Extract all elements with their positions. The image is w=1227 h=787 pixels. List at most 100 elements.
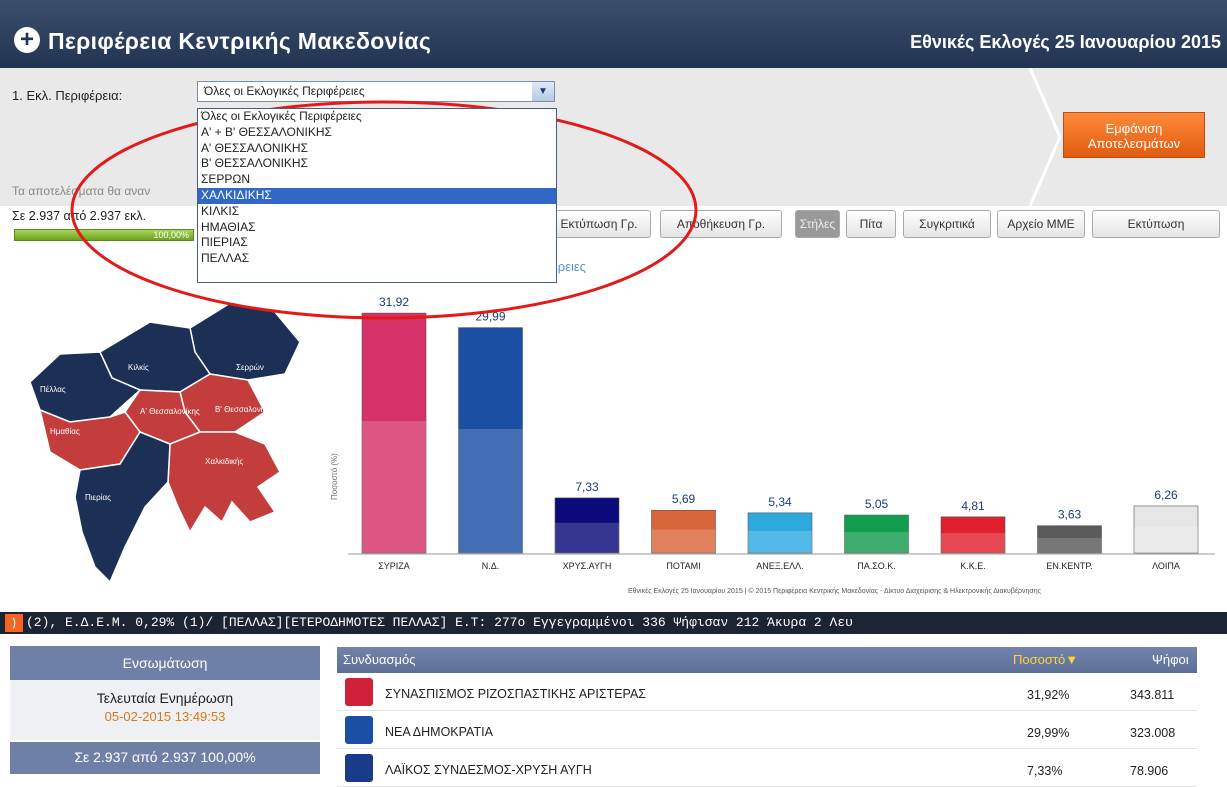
party-name: ΝΕΑ ΔΗΜΟΚΡΑΤΙΑ xyxy=(385,725,493,739)
progress-label: 100,00% xyxy=(153,230,189,240)
party-percent: 7,33% xyxy=(1027,764,1063,778)
sort-arrow-icon: ▼ xyxy=(1065,652,1079,667)
map-label: Β' Θεσσαλονίκης xyxy=(215,405,275,414)
left-panel: Ενσωμάτωση Τελευταία Ενημέρωση 05-02-201… xyxy=(10,646,320,774)
bar[interactable]: 29,99 Ν.Δ. xyxy=(458,310,523,571)
bar-shade xyxy=(555,522,619,553)
party-percent: 31,92% xyxy=(1027,688,1070,702)
region-option[interactable]: ΚΙΛΚΙΣ xyxy=(198,204,556,220)
party-votes: 78.906 xyxy=(1130,764,1169,778)
bar[interactable]: 31,92 ΣΥΡΙΖΑ xyxy=(361,295,427,571)
bar-shade xyxy=(1134,527,1198,553)
rss-icon[interactable]: ) xyxy=(5,613,23,632)
bar-rect[interactable] xyxy=(1037,525,1102,554)
bar-category-label: ΣΥΡΙΖΑ xyxy=(378,561,410,571)
party-logo-icon xyxy=(345,754,373,782)
bar-rect[interactable] xyxy=(554,497,620,554)
party-votes: 323.008 xyxy=(1130,726,1176,740)
region-option[interactable]: ΣΕΡΡΩΝ xyxy=(198,172,556,188)
region-select[interactable]: Όλες οι Εκλογικές Περιφέρειες ▼ xyxy=(197,81,555,102)
bar[interactable]: 4,81 Κ.Κ.Ε. xyxy=(940,499,1006,571)
map-shapes xyxy=(29,301,301,584)
tab-button[interactable]: Εκτύπωση Γρ. xyxy=(547,210,651,238)
region-option[interactable]: Όλες οι Εκλογικές Περιφέρειες xyxy=(198,109,556,125)
party-percent: 29,99% xyxy=(1027,726,1070,740)
region-option[interactable]: Β' ΘΕΣΣΑΛΟΝΙΚΗΣ xyxy=(198,156,556,172)
bar-shade xyxy=(651,529,716,553)
region-option[interactable]: ΠΙΕΡΙΑΣ xyxy=(198,235,556,251)
bar-value-label: 3,63 xyxy=(1058,508,1082,522)
ticker-text: (2), Ε.Δ.Ε.Μ. 0,29% (1)/ [ΠΕΛΛΑΣ][ΕΤΕΡΟΔ… xyxy=(26,615,853,630)
bar-rect[interactable] xyxy=(651,509,716,554)
tab-button[interactable]: Συγκριτικά xyxy=(903,210,991,238)
region-option[interactable]: ΠΕΛΛΑΣ xyxy=(198,251,556,267)
chart-title: έρειες xyxy=(552,259,586,274)
bar-value-label: 5,34 xyxy=(768,495,792,509)
bar-shade xyxy=(748,530,812,553)
chevron-down-icon[interactable]: ▼ xyxy=(532,82,554,101)
map-region-chalkidiki[interactable] xyxy=(167,431,281,534)
show-results-button[interactable]: Εμφάνιση Αποτελεσμάτων xyxy=(1063,112,1205,158)
bar-rect[interactable] xyxy=(1133,505,1199,554)
notice-text: Τα αποτελέσματα θα αναν xyxy=(12,184,151,198)
table-row[interactable]: ΝΕΑ ΔΗΜΟΚΡΑΤΙΑ 29,99% 323.008 xyxy=(337,711,1197,749)
region-option[interactable]: Α' + Β' ΘΕΣΣΑΛΟΝΙΚΗΣ xyxy=(198,125,556,141)
party-name: ΛΑΪΚΟΣ ΣΥΝΔΕΣΜΟΣ-ΧΡΥΣΗ ΑΥΓΗ xyxy=(385,763,592,777)
party-votes: 343.811 xyxy=(1130,688,1175,702)
bar-value-label: 7,33 xyxy=(575,480,599,494)
region-option[interactable]: Α' ΘΕΣΣΑΛΟΝΙΚΗΣ xyxy=(198,141,556,157)
bar-rect[interactable] xyxy=(844,514,909,554)
region-option[interactable]: ΗΜΑΘΙΑΣ xyxy=(198,220,556,236)
tab-button[interactable]: Εκτύπωση xyxy=(1092,210,1220,238)
region-dropdown-list[interactable]: Όλες οι Εκλογικές Περιφέρειες Α' + Β' ΘΕΣ… xyxy=(197,108,557,283)
bar[interactable]: 3,63 ΕΝ.ΚΕΝΤΡ. xyxy=(1037,508,1102,571)
tab-button[interactable]: Αρχείο ΜΜΕ xyxy=(997,210,1085,238)
bar-rect[interactable] xyxy=(940,516,1006,554)
app-header: + Περιφέρεια Κεντρικής Μακεδονίας Εθνικέ… xyxy=(0,0,1227,68)
table-row[interactable]: ΛΑΪΚΟΣ ΣΥΝΔΕΣΜΟΣ-ΧΡΥΣΗ ΑΥΓΗ 7,33% 78.906 xyxy=(337,749,1197,787)
party-logo-icon xyxy=(345,716,373,744)
embed-button[interactable]: Ενσωμάτωση xyxy=(10,646,320,680)
bar[interactable]: 5,69 ΠΟΤΑΜΙ xyxy=(651,492,716,571)
chart-footnote: Εθνικές Εκλογές 25 Ιανουαρίου 2015 | © 2… xyxy=(628,588,1041,595)
map-label: Χαλκιδικής xyxy=(205,457,243,466)
bar-shade xyxy=(844,532,909,553)
map-label: Σερρών xyxy=(236,363,264,372)
controls-panel: 1. Εκλ. Περιφέρεια: Όλες οι Εκλογικές Πε… xyxy=(0,68,1227,206)
col-percent-label: Ποσοστό xyxy=(1013,652,1066,667)
bar[interactable]: 5,05 ΠΑ.ΣΟ.Κ. xyxy=(844,497,909,571)
tab-button[interactable]: Αποθήκευση Γρ. xyxy=(660,210,782,238)
bar-shade xyxy=(458,429,523,553)
bar-category-label: ΕΝ.ΚΕΝΤΡ. xyxy=(1046,561,1092,571)
bar-value-label: 4,81 xyxy=(961,499,985,513)
bar-rect[interactable] xyxy=(747,512,813,554)
col-votes[interactable]: Ψήφοι xyxy=(1152,647,1189,673)
results-table: Συνδυασμός Ποσοστό▼ Ψήφοι ΣΥΝΑΣΠΙΣΜΟΣ ΡΙ… xyxy=(337,647,1197,787)
map-label: Πιερίας xyxy=(85,493,111,502)
tab-button[interactable]: Στήλες xyxy=(795,210,840,238)
party-logo-icon xyxy=(345,678,373,706)
map-label: Ημαθίας xyxy=(50,427,80,436)
bar[interactable]: 5,34 ΑΝΕΞ.ΕΛΛ. xyxy=(747,495,813,571)
show-results-label-1: Εμφάνιση xyxy=(1105,121,1163,136)
stations-summary: Σε 2.937 από 2.937 100,00% xyxy=(10,740,320,774)
table-row[interactable]: ΣΥΝΑΣΠΙΣΜΟΣ ΡΙΖΟΣΠΑΣΤΙΚΗΣ ΑΡΙΣΤΕΡΑΣ 31,92… xyxy=(337,673,1197,711)
region-option[interactable]: ΧΑΛΚΙΔΙΚΗΣ xyxy=(198,187,556,204)
region-label: 1. Εκλ. Περιφέρεια: xyxy=(12,88,123,103)
bar-rect[interactable] xyxy=(458,327,523,554)
col-percent[interactable]: Ποσοστό▼ xyxy=(1013,647,1078,673)
bar-category-label: ΧΡΥΣ.ΑΥΓΗ xyxy=(563,561,612,571)
col-party[interactable]: Συνδυασμός xyxy=(343,647,416,673)
region-logo-icon: + xyxy=(14,27,40,53)
stations-count: Σε 2.937 από 2.937 εκλ. xyxy=(12,209,147,223)
bar-category-label: Ν.Δ. xyxy=(482,561,500,571)
progress-bar: 100,00% xyxy=(14,229,194,241)
bar[interactable]: 7,33 ΧΡΥΣ.ΑΥΓΗ xyxy=(554,480,620,571)
results-rows: ΣΥΝΑΣΠΙΣΜΟΣ ΡΙΖΟΣΠΑΣΤΙΚΗΣ ΑΡΙΣΤΕΡΑΣ 31,92… xyxy=(337,673,1197,787)
bar-value-label: 5,05 xyxy=(865,497,889,511)
bar[interactable]: 6,26 ΛΟΙΠΑ xyxy=(1133,488,1199,571)
tab-button[interactable]: Πίτα xyxy=(846,210,896,238)
bar-value-label: 31,92 xyxy=(379,295,409,309)
region-select-value: Όλες οι Εκλογικές Περιφέρειες xyxy=(204,84,365,98)
bar-rect[interactable] xyxy=(361,312,427,554)
